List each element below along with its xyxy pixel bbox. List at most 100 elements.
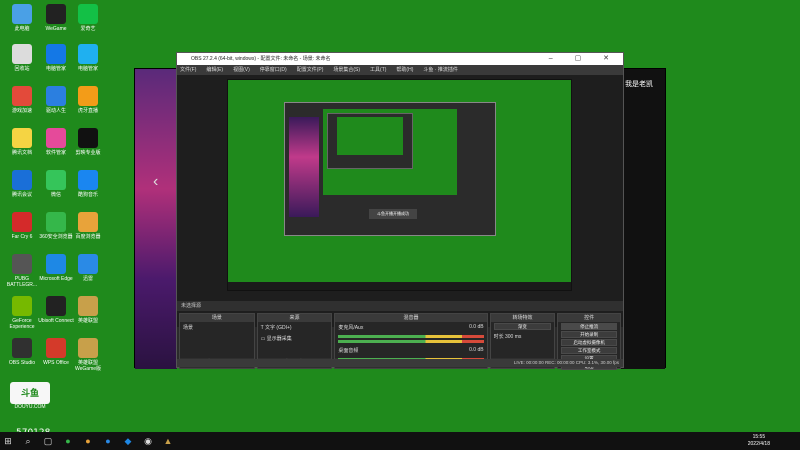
desktop-icon[interactable]: 百度浏览器 xyxy=(70,212,106,240)
browser-360-icon[interactable]: ● xyxy=(60,434,76,448)
desktop-icon-label: 微信 xyxy=(50,192,61,198)
search-icon[interactable]: ⌕ xyxy=(20,434,36,448)
desktop-icon-label: Microsoft Edge xyxy=(39,276,73,282)
desktop-icon[interactable]: 爱奇艺 xyxy=(70,4,106,32)
chevron-left-icon[interactable]: ‹ xyxy=(153,173,158,191)
nested-desktop-2 xyxy=(337,117,403,155)
launcher-user-name: 我是老凯 xyxy=(625,81,653,88)
clock-time: 15:55 xyxy=(752,434,766,440)
menu-profile[interactable]: 配置文件(P) xyxy=(297,65,324,75)
desktop-icon-label: 百度浏览器 xyxy=(75,234,101,240)
desktop-icon-label: OBS Studio xyxy=(8,360,36,366)
desktop-icon[interactable]: 酷狗音乐 xyxy=(70,170,106,198)
virtual-camera-button[interactable]: 启动虚拟摄像机 xyxy=(561,339,617,346)
transition-select[interactable]: 渐变 xyxy=(493,323,552,330)
desktop-icon-label: 虎牙直播 xyxy=(77,108,98,114)
menu-edit[interactable]: 编辑(E) xyxy=(206,65,223,75)
chrome-icon[interactable]: ● xyxy=(80,434,96,448)
desktop-icon[interactable]: 英雄联盟WeGame版 xyxy=(70,338,106,372)
task-view-icon[interactable]: ▢ xyxy=(40,434,56,448)
menu-douyu-plugin[interactable]: 斗鱼 · 推流插件 xyxy=(423,65,457,75)
desktop-icon[interactable]: 驱动人生 xyxy=(38,86,74,114)
obs-icon[interactable]: ◉ xyxy=(140,434,156,448)
desktop-icon-label: Far Cry 6 xyxy=(11,234,33,240)
obs-preview[interactable]: 斗鱼开播开播成功 未选择源 场景 场景 + − ⌃ ⌄ 来源 T 文字 (GDI… xyxy=(177,75,623,370)
desktop-icon[interactable]: 迅雷 xyxy=(70,254,106,282)
desktop-icon[interactable]: 回收站 xyxy=(4,44,40,72)
desktop-icon[interactable]: 英雄联盟 xyxy=(70,296,106,324)
desktop-icon[interactable]: 此电脑 xyxy=(4,4,40,32)
desktop-icon[interactable]: 360安全浏览器 xyxy=(38,212,74,240)
desktop-icon-label: 软件管家 xyxy=(45,150,66,156)
desktop-icon[interactable]: 微信 xyxy=(38,170,74,198)
nested-taskbar xyxy=(228,282,571,290)
desktop-icon[interactable]: 电脑管家 xyxy=(70,44,106,72)
desktop-icon-label: WeGame xyxy=(45,26,67,32)
douyu-logo: 斗鱼 xyxy=(10,382,50,404)
desktop-icon-label: 360安全浏览器 xyxy=(39,234,73,240)
studio-mode-button[interactable]: 工作室模式 xyxy=(561,347,617,354)
desktop-icon[interactable]: WPS Office xyxy=(38,338,74,366)
desktop-icon-label: 英雄联盟WeGame版 xyxy=(74,360,102,372)
desktop-icon[interactable]: 虎牙直播 xyxy=(70,86,106,114)
app-icon xyxy=(12,4,32,24)
app-icon xyxy=(12,86,32,106)
menu-file[interactable]: 文件(F) xyxy=(180,65,196,75)
start-recording-button[interactable]: 开始录制 xyxy=(561,331,617,338)
window-controls[interactable]: – ▢ ✕ xyxy=(549,53,619,65)
qq-browser-icon[interactable]: ● xyxy=(100,434,116,448)
desktop-icon[interactable]: 剪映专业版 xyxy=(70,128,106,156)
source-item-display[interactable]: ▭ 显示器采集 xyxy=(258,333,332,344)
app-icon xyxy=(78,4,98,24)
desktop-icon[interactable]: OBS Studio xyxy=(4,338,40,366)
app-icon xyxy=(46,86,66,106)
source-item-text[interactable]: T 文字 (GDI+) xyxy=(258,322,332,333)
windows-start-icon[interactable]: ⊞ xyxy=(0,434,16,448)
desktop-icon[interactable]: 腾讯文档 xyxy=(4,128,40,156)
desktop-icon[interactable]: GeForce Experience xyxy=(4,296,40,330)
sources-list: T 文字 (GDI+) ▭ 显示器采集 xyxy=(257,322,332,358)
desktop-icon-label: PUBG BATTLEGR... xyxy=(6,276,38,288)
desktop-icon[interactable]: Microsoft Edge xyxy=(38,254,74,282)
clock[interactable]: 15:55 2022/4/18 xyxy=(748,434,770,448)
desktop-icon[interactable]: Ubisoft Connect xyxy=(38,296,74,324)
desktop-icon[interactable]: 游戏加速 xyxy=(4,86,40,114)
app-icon xyxy=(46,296,66,316)
menu-help[interactable]: 帮助(H) xyxy=(396,65,413,75)
menu-scene-collection[interactable]: 场景集合(S) xyxy=(333,65,360,75)
controls-header: 控件 xyxy=(558,314,620,322)
desktop-icon-label: 酷狗音乐 xyxy=(77,192,98,198)
desktop-icon[interactable]: 电脑管家 xyxy=(38,44,74,72)
app-icon xyxy=(78,338,98,358)
mic-meter[interactable] xyxy=(338,335,484,338)
app-icon xyxy=(12,170,32,190)
transitions-body: 渐变 时长 300 ms xyxy=(490,322,555,358)
stop-streaming-button[interactable]: 停止推流 xyxy=(561,323,617,330)
desktop-icon-label: 此电脑 xyxy=(14,26,30,32)
desktop-icon[interactable]: WeGame xyxy=(38,4,74,32)
desktop-icon-label: 游戏加速 xyxy=(11,108,32,114)
app-icon xyxy=(46,44,66,64)
desktop-icon-label: 电脑管家 xyxy=(77,66,98,72)
obs-menubar: 文件(F) 编辑(E) 视图(V) 停靠窗口(D) 配置文件(P) 场景集合(S… xyxy=(177,65,623,75)
desktop-icon-label: Ubisoft Connect xyxy=(38,318,74,324)
desktop-icon[interactable]: Far Cry 6 xyxy=(4,212,40,240)
desktop-icon[interactable]: 腾讯会议 xyxy=(4,170,40,198)
obs-window[interactable]: OBS 27.2.4 (64-bit, windows) - 配置文件: 未命名… xyxy=(176,52,624,370)
desktop-icon-label: 腾讯会议 xyxy=(11,192,32,198)
mic-meter-2[interactable] xyxy=(338,340,484,343)
clock-date: 2022/4/18 xyxy=(747,441,770,447)
obs-titlebar[interactable]: OBS 27.2.4 (64-bit, windows) - 配置文件: 未命名… xyxy=(177,53,623,65)
lol-icon[interactable]: ▲ xyxy=(160,434,176,448)
desktop-icon[interactable]: PUBG BATTLEGR... xyxy=(4,254,40,288)
menu-view[interactable]: 视图(V) xyxy=(233,65,250,75)
menu-docks[interactable]: 停靠窗口(D) xyxy=(260,65,287,75)
app-icon xyxy=(78,86,98,106)
desktop-icon-label: 爱奇艺 xyxy=(80,26,96,32)
app-icon xyxy=(12,338,32,358)
edge-icon[interactable]: ◆ xyxy=(120,434,136,448)
desktop-icon[interactable]: 软件管家 xyxy=(38,128,74,156)
transition-duration[interactable]: 300 ms xyxy=(505,334,521,340)
scene-item[interactable]: 场景 xyxy=(180,322,254,333)
menu-tools[interactable]: 工具(T) xyxy=(370,65,386,75)
